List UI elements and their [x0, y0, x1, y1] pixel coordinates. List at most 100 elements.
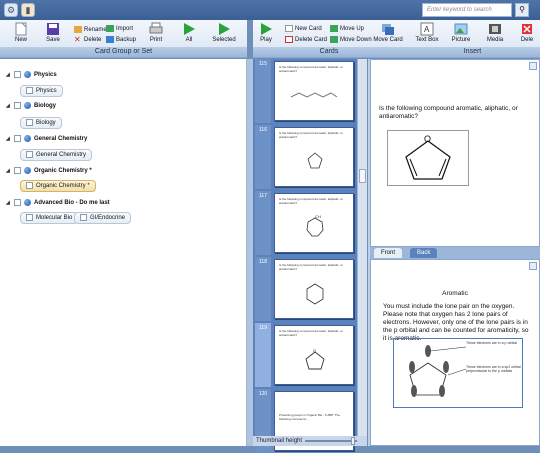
group-checkbox[interactable]	[14, 199, 21, 206]
save-button[interactable]: Save	[40, 22, 66, 43]
tree-group-organic-chemistry[interactable]: ◢Organic Chemistry *	[6, 167, 92, 174]
group-checkbox[interactable]	[14, 167, 21, 174]
set-chip-organic-chemistry[interactable]: Organic Chemistry *	[20, 180, 96, 192]
card-back[interactable]: Aromatic You must include the lone pair …	[370, 259, 540, 446]
answer-text[interactable]: You must include the lone pair on the ox…	[383, 303, 533, 343]
play-selected-icon	[216, 22, 232, 36]
set-chip-general-chemistry[interactable]: General Chemistry	[20, 149, 92, 161]
set-chip-molecular-bio[interactable]: Molecular Bio	[20, 212, 78, 224]
play-all-button[interactable]: All	[176, 22, 202, 43]
tab-front[interactable]: Front	[374, 248, 402, 258]
thumbnail-card[interactable]: Is the following compound aromatic, alip…	[274, 193, 354, 253]
delete-card-icon	[285, 36, 293, 43]
thumbnail-text: Is the following compound aromatic, alip…	[279, 66, 349, 73]
set-chip-physics[interactable]: Physics	[20, 85, 63, 97]
move-down-button[interactable]: Move Down	[330, 36, 372, 45]
move-card-button[interactable]: Move Card	[373, 22, 403, 43]
ribbon-card-group: New Save Rename ✕Delete Import Backup Pr…	[0, 20, 247, 58]
media-button[interactable]: Media	[481, 22, 509, 43]
print-button[interactable]: Print	[143, 22, 169, 43]
tree-group-physics[interactable]: ◢Physics	[6, 71, 57, 78]
move-up-button[interactable]: Move Up	[330, 25, 364, 34]
play-all-icon	[181, 22, 197, 36]
svg-text:O: O	[313, 348, 316, 353]
thumbnail-row[interactable]: 118 Is the following compound aromatic, …	[255, 257, 365, 321]
svg-text:A: A	[424, 25, 430, 34]
thumbnail-scrollbar[interactable]	[357, 59, 367, 436]
thumbnail-card[interactable]: Is the following compound aromatic, alip…	[274, 259, 354, 319]
furan-orbital-diagram-icon	[394, 339, 522, 407]
all-button-label: All	[186, 37, 193, 43]
group-checkbox[interactable]	[14, 71, 21, 78]
set-chip-gi-endocrine[interactable]: GI/Endocrine	[74, 212, 131, 224]
tree-group-general-chemistry[interactable]: ◢General Chemistry	[6, 135, 87, 142]
text-box-button[interactable]: A Text Box	[413, 22, 441, 43]
question-text[interactable]: Is the following compound aromatic, alip…	[379, 105, 529, 121]
group-checkbox[interactable]	[14, 102, 21, 109]
film-icon	[487, 22, 503, 36]
backup-button[interactable]: Backup	[106, 36, 136, 45]
set-checkbox[interactable]	[26, 214, 33, 221]
answer-title[interactable]: Aromatic	[371, 290, 539, 297]
play-button[interactable]: Play	[256, 22, 276, 43]
title-bar: ⚙ ▮ Enter keyword to search ⚲	[0, 0, 540, 20]
set-checkbox[interactable]	[26, 182, 33, 189]
notebook-icon[interactable]: ▮	[21, 3, 35, 17]
set-checkbox[interactable]	[26, 87, 33, 94]
selected-button-label: Selected	[212, 37, 235, 43]
expand-triangle-icon[interactable]: ◢	[6, 168, 11, 174]
slider-handle[interactable]	[351, 437, 355, 445]
expand-triangle-icon[interactable]: ◢	[6, 200, 11, 206]
thumbnail-card[interactable]: Is the following compound aromatic, alip…	[274, 127, 354, 187]
thumbnail-row[interactable]: 115 Is the following compound aromatic, …	[255, 59, 365, 123]
thumbnail-card[interactable]: Is the following compound aromatic, alip…	[274, 325, 354, 385]
set-chip-biology[interactable]: Biology	[20, 117, 62, 129]
thumbnail-list: 115 Is the following compound aromatic, …	[253, 59, 367, 446]
set-checkbox[interactable]	[26, 151, 33, 158]
new-button[interactable]: New	[8, 22, 34, 43]
card-options-icon[interactable]	[529, 62, 537, 70]
set-checkbox[interactable]	[26, 119, 33, 126]
card-front[interactable]: Is the following compound aromatic, alip…	[370, 59, 540, 247]
card-options-icon[interactable]	[529, 262, 537, 270]
answer-diagram[interactable]: These electrons are in a p orbital These…	[393, 338, 523, 408]
delete-item-button[interactable]: Dele	[515, 22, 539, 43]
diagram-note: These electrons are in a p orbital	[466, 341, 522, 345]
svg-text:O: O	[424, 134, 431, 144]
expand-triangle-icon[interactable]: ◢	[6, 136, 11, 142]
search-icon[interactable]: ⚲	[515, 3, 529, 17]
insert-group-label: Insert	[405, 47, 540, 57]
play-selected-button[interactable]: Selected	[208, 22, 240, 43]
picture-label: Picture	[452, 37, 471, 43]
move-down-label: Move Down	[340, 37, 372, 43]
tab-back[interactable]: Back	[410, 248, 437, 258]
expand-triangle-icon[interactable]: ◢	[6, 103, 11, 109]
thumbnail-row-selected[interactable]: 119 Is the following compound aromatic, …	[255, 323, 365, 387]
cycloheptatriene-icon: CH	[303, 212, 327, 240]
backup-icon	[106, 36, 114, 43]
thumbnail-height-slider[interactable]	[305, 440, 357, 442]
delete-card-button[interactable]: Delete Card	[285, 36, 327, 45]
expand-triangle-icon[interactable]: ◢	[6, 72, 11, 78]
new-card-icon	[285, 25, 293, 32]
set-checkbox[interactable]	[80, 214, 87, 221]
new-card-button[interactable]: New Card	[285, 25, 322, 34]
group-checkbox[interactable]	[14, 135, 21, 142]
molecule-image[interactable]: O	[387, 130, 469, 186]
rename-button[interactable]: Rename	[74, 26, 107, 35]
import-button[interactable]: Import	[106, 25, 133, 34]
thumbnail-card[interactable]: Is the following compound aromatic, alip…	[274, 61, 354, 121]
tree-group-biology[interactable]: ◢Biology	[6, 102, 56, 109]
tree-group-advanced-bio[interactable]: ◢Advanced Bio - Do me last	[6, 199, 110, 206]
picture-button[interactable]: Picture	[447, 22, 475, 43]
search-input[interactable]: Enter keyword to search	[422, 3, 512, 17]
thumbnail-row[interactable]: 116 Is the following compound aromatic, …	[255, 125, 365, 189]
globe-icon	[24, 102, 31, 109]
gear-icon[interactable]: ⚙	[4, 3, 18, 17]
move-up-icon	[330, 25, 338, 32]
scrollbar-thumb[interactable]	[359, 169, 366, 183]
thumbnail-row[interactable]: 117 Is the following compound aromatic, …	[255, 191, 365, 255]
delete-button[interactable]: ✕Delete	[74, 36, 101, 45]
new-button-label: New	[15, 37, 27, 43]
thumbnail-height-control[interactable]: Thumbnail height	[253, 436, 367, 446]
